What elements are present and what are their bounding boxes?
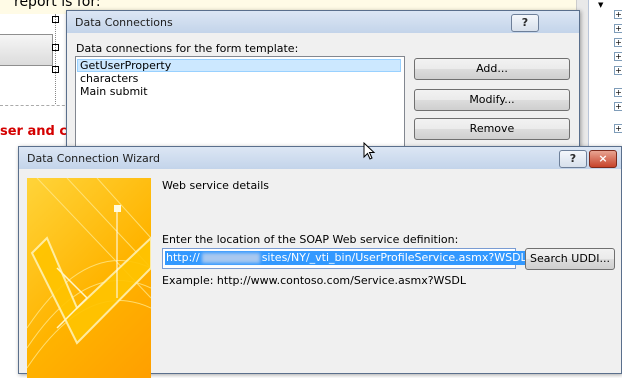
- modify-button[interactable]: Modify...: [414, 89, 570, 111]
- close-button[interactable]: ×: [589, 150, 617, 168]
- form-button-control[interactable]: [0, 34, 53, 66]
- expand-icon[interactable]: +: [614, 10, 622, 19]
- expand-icon[interactable]: +: [614, 88, 622, 97]
- section-divider: [0, 105, 70, 106]
- remove-button[interactable]: Remove: [414, 118, 570, 140]
- expand-icon[interactable]: +: [614, 52, 622, 61]
- wizard-body: Web service details Enter the location o…: [19, 170, 621, 378]
- data-connections-dialog: Data Connections ? Data connections for …: [66, 10, 580, 162]
- add-button[interactable]: Add...: [414, 58, 570, 80]
- mouse-pointer-icon: [363, 142, 376, 160]
- expand-icon[interactable]: +: [614, 38, 622, 47]
- wizard-titlebar[interactable]: Data Connection Wizard ? ×: [19, 147, 621, 169]
- dialog-body: Data connections for the form template: …: [67, 34, 579, 161]
- redacted-host: [201, 253, 260, 263]
- connections-list[interactable]: GetUserProperty characters Main submit: [75, 56, 405, 153]
- help-button[interactable]: ?: [559, 150, 587, 168]
- wizard-illustration-icon: [27, 178, 151, 369]
- wsdl-url-input[interactable]: http://sites/NY/_vti_bin/UserProfileServ…: [162, 248, 528, 269]
- form-header-text: report is for:: [14, 0, 101, 10]
- dialog-titlebar[interactable]: Data Connections ?: [67, 11, 579, 33]
- search-uddi-button[interactable]: Search UDDI...: [525, 248, 615, 270]
- expand-icon[interactable]: +: [614, 66, 622, 75]
- list-item[interactable]: Main submit: [78, 85, 400, 98]
- url-selected-text: http://sites/NY/_vti_bin/UserProfileServ…: [165, 251, 528, 265]
- expand-icon[interactable]: +: [614, 102, 622, 111]
- wizard-banner-image: [27, 178, 151, 378]
- list-item[interactable]: characters: [78, 72, 400, 85]
- wizard-title: Data Connection Wizard: [27, 152, 161, 165]
- wsdl-location-label: Enter the location of the SOAP Web servi…: [162, 233, 459, 246]
- dropdown-arrow-icon[interactable]: ▼: [598, 1, 603, 9]
- connections-list-label: Data connections for the form template:: [76, 42, 299, 55]
- form-warning-text: ser and cl: [0, 124, 72, 139]
- data-connection-wizard: Data Connection Wizard ? × Web service d…: [18, 146, 622, 378]
- help-button[interactable]: ?: [511, 14, 539, 32]
- expand-icon[interactable]: +: [614, 24, 622, 33]
- expand-icon[interactable]: +: [614, 124, 622, 133]
- list-item[interactable]: GetUserProperty: [77, 59, 401, 72]
- layout-guide: [55, 14, 57, 104]
- example-text: Example: http://www.contoso.com/Service.…: [162, 274, 466, 287]
- dialog-title: Data Connections: [75, 16, 173, 29]
- section-title: Web service details: [162, 179, 270, 192]
